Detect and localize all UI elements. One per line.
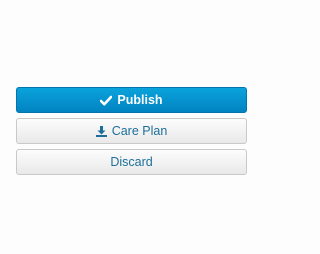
care-plan-button[interactable]: Care Plan — [16, 118, 247, 144]
action-button-group: Publish Care Plan Discard — [16, 87, 247, 180]
discard-button[interactable]: Discard — [16, 149, 247, 175]
publish-button[interactable]: Publish — [16, 87, 247, 113]
discard-button-label: Discard — [110, 155, 153, 169]
publish-button-label: Publish — [117, 93, 163, 107]
download-icon — [95, 125, 107, 137]
care-plan-button-label: Care Plan — [111, 124, 168, 138]
checkmark-icon — [100, 95, 113, 106]
